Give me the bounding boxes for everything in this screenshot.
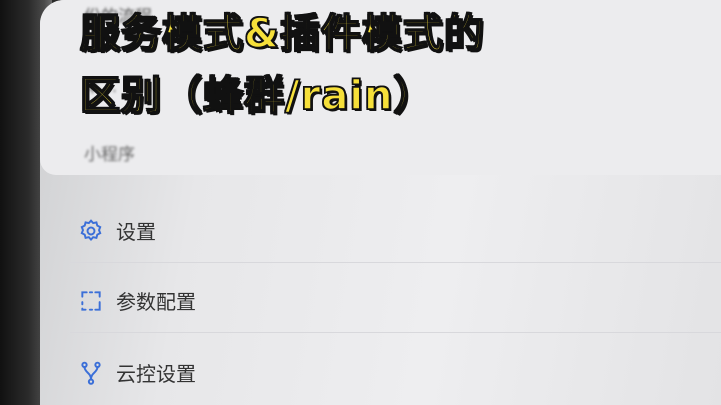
menu-item-label: 云控设置 <box>116 362 196 386</box>
menu-item-label: 设置 <box>116 220 156 244</box>
menu-item-cloud-control[interactable]: 云控设置 <box>78 358 196 387</box>
menu-item-settings[interactable]: 设置 <box>78 216 156 245</box>
menu-item-label: 参数配置 <box>116 290 196 314</box>
video-caption-overlay: Ht 服务模式&插件模式的 区别（蜂群/rain） <box>79 0 485 124</box>
branch-icon <box>81 361 101 385</box>
menu-item-param-config[interactable]: 参数配置 <box>78 286 196 315</box>
frame-icon <box>81 290 101 311</box>
divider <box>70 262 721 263</box>
caption-line-cut: Ht <box>80 0 485 2</box>
gear-icon <box>80 218 102 241</box>
caption-line-2: 区别（蜂群/rain） <box>79 72 435 120</box>
divider <box>70 332 721 333</box>
caption-line-1: 服务模式&插件模式的 <box>79 10 485 58</box>
blurred-menu-item[interactable]: 小程序 <box>84 140 135 165</box>
